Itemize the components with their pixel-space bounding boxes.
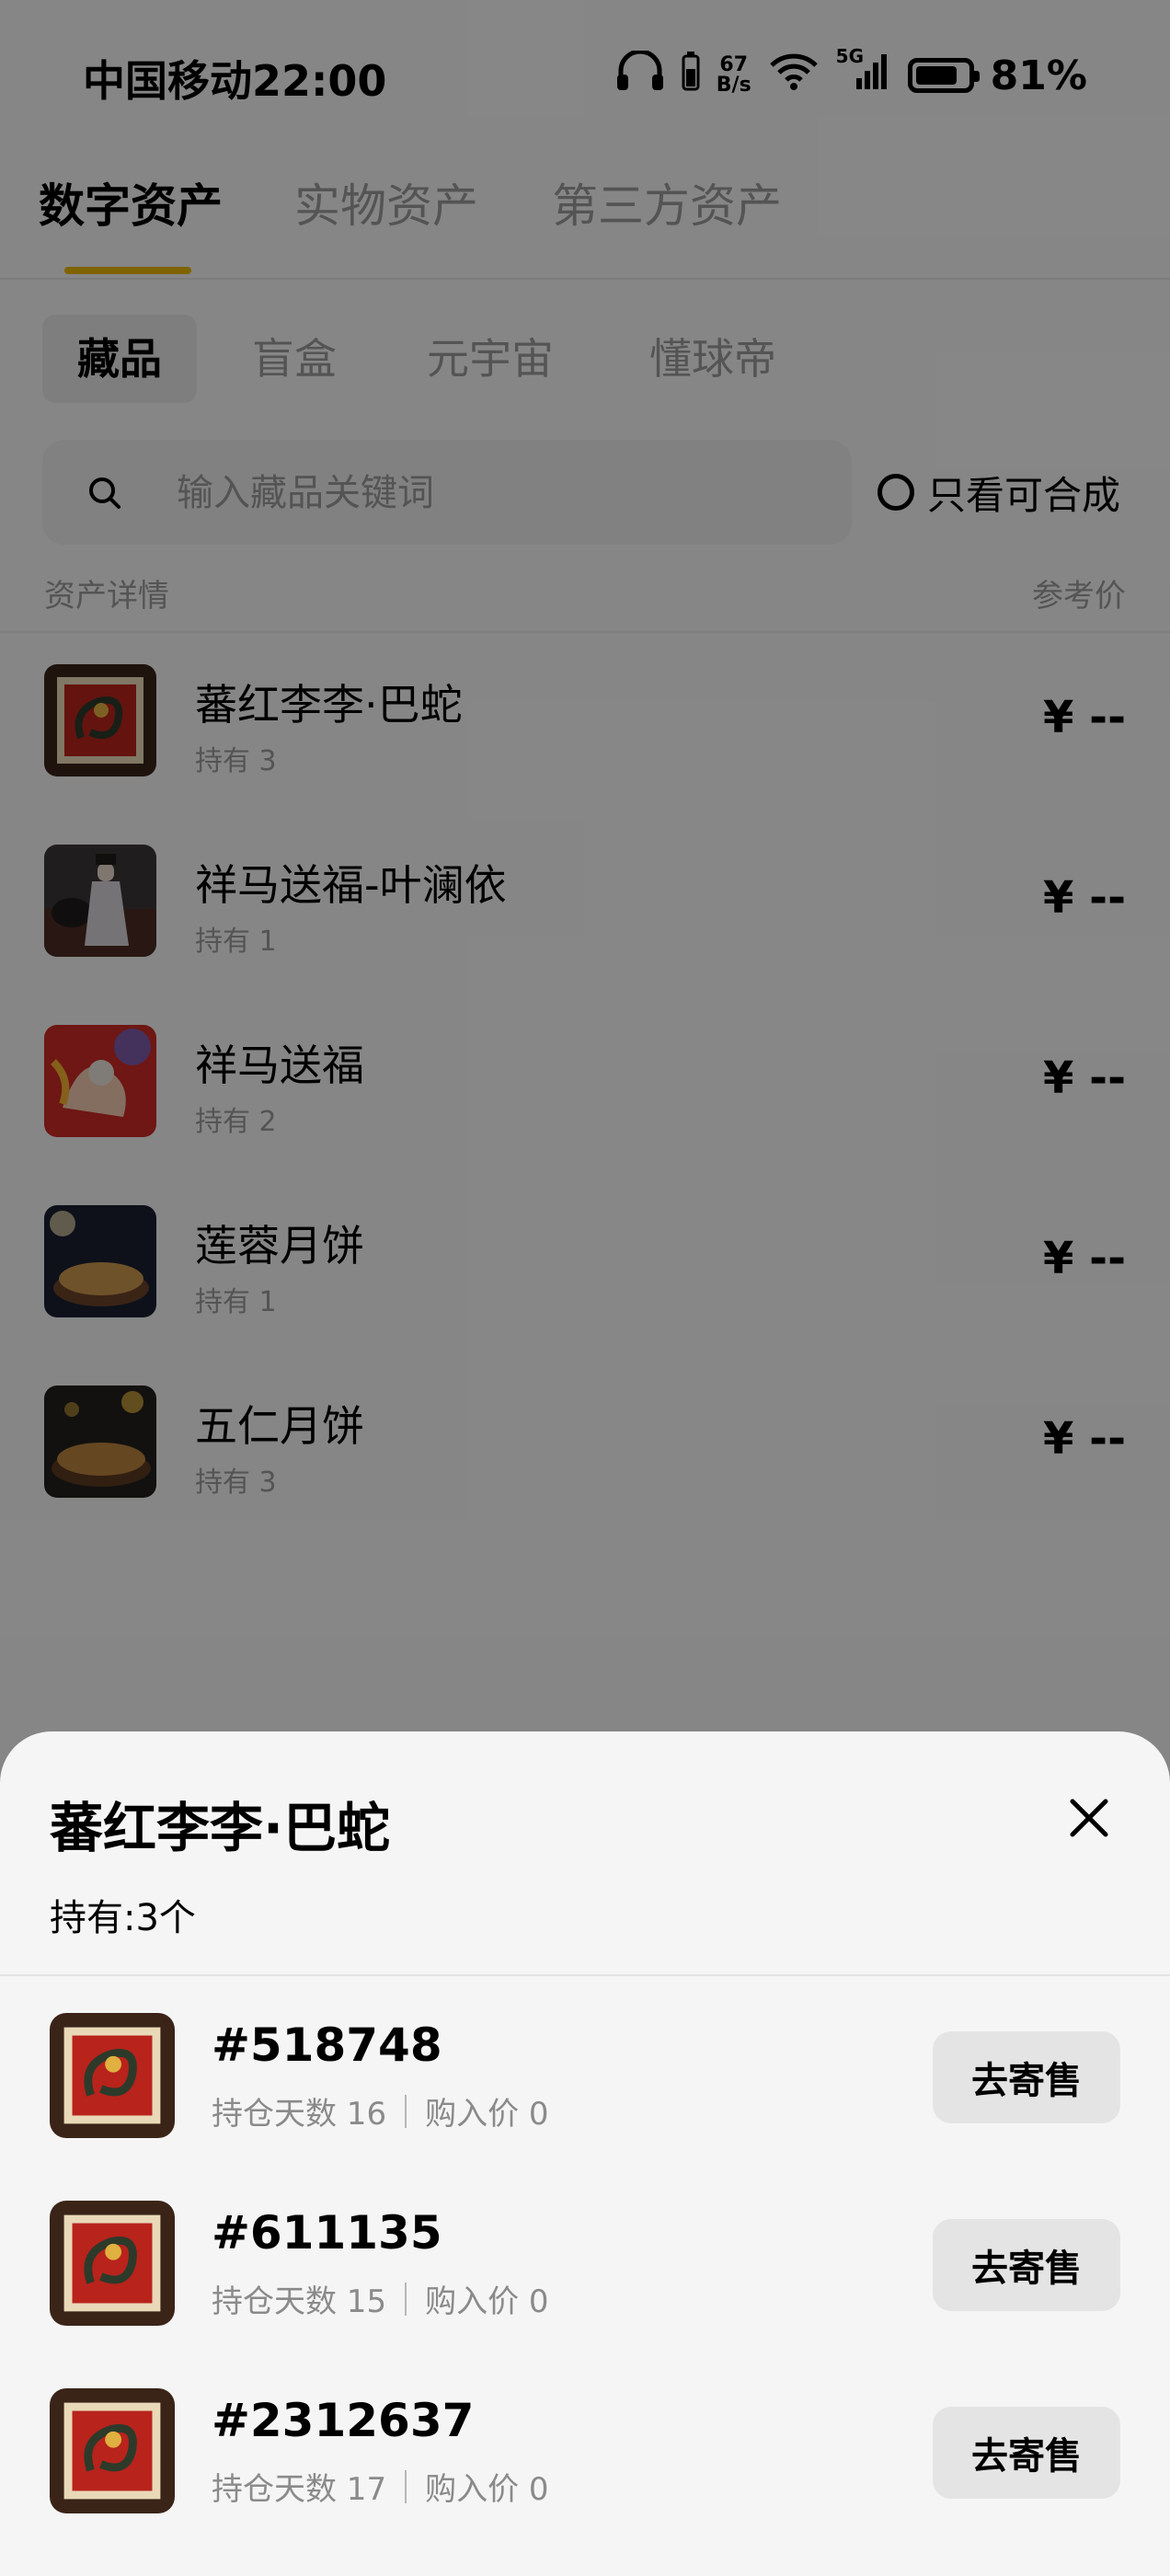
sheet-divider: [0, 1974, 1170, 1976]
nft-meta: 持仓天数 15 购入价 0: [212, 2276, 549, 2321]
purchase-price: 购入价 0: [425, 2283, 549, 2320]
nft-meta: 持仓天数 17 购入价 0: [212, 2464, 549, 2509]
asset-detail-sheet: 蕃红李李·巴蛇 持有:3个 #518748 持仓天数 16 购入价 0 去寄售 #…: [0, 1731, 1170, 2576]
nft-item: #611135 持仓天数 15 购入价 0 去寄售: [50, 2201, 1120, 2329]
meta-separator: [405, 2094, 407, 2128]
close-icon[interactable]: [1067, 1796, 1111, 1840]
meta-separator: [405, 2282, 407, 2316]
dragon-artwork-thumbnail: [50, 2388, 175, 2513]
meta-separator: [405, 2469, 407, 2503]
purchase-price: 购入价 0: [425, 2471, 549, 2508]
holding-days: 持仓天数 15: [212, 2283, 387, 2320]
nft-serial-number: #611135: [212, 2206, 442, 2260]
nft-meta: 持仓天数 16 购入价 0: [212, 2088, 549, 2133]
consign-button[interactable]: 去寄售: [933, 2407, 1120, 2499]
holding-days: 持仓天数 16: [212, 2096, 387, 2133]
holding-days: 持仓天数 17: [212, 2471, 387, 2508]
purchase-price: 购入价 0: [425, 2096, 549, 2133]
consign-button[interactable]: 去寄售: [933, 2031, 1120, 2123]
sheet-holding-count: 持有:3个: [50, 1897, 196, 1939]
consign-button[interactable]: 去寄售: [933, 2219, 1120, 2311]
nft-item: #2312637 持仓天数 17 购入价 0 去寄售: [50, 2388, 1120, 2517]
nft-item: #518748 持仓天数 16 购入价 0 去寄售: [50, 2013, 1120, 2142]
dragon-artwork-thumbnail: [50, 2201, 175, 2326]
sheet-title: 蕃红李李·巴蛇: [50, 1797, 391, 1859]
dragon-artwork-thumbnail: [50, 2013, 175, 2138]
nft-serial-number: #2312637: [212, 2394, 475, 2447]
nft-serial-number: #518748: [212, 2018, 442, 2072]
